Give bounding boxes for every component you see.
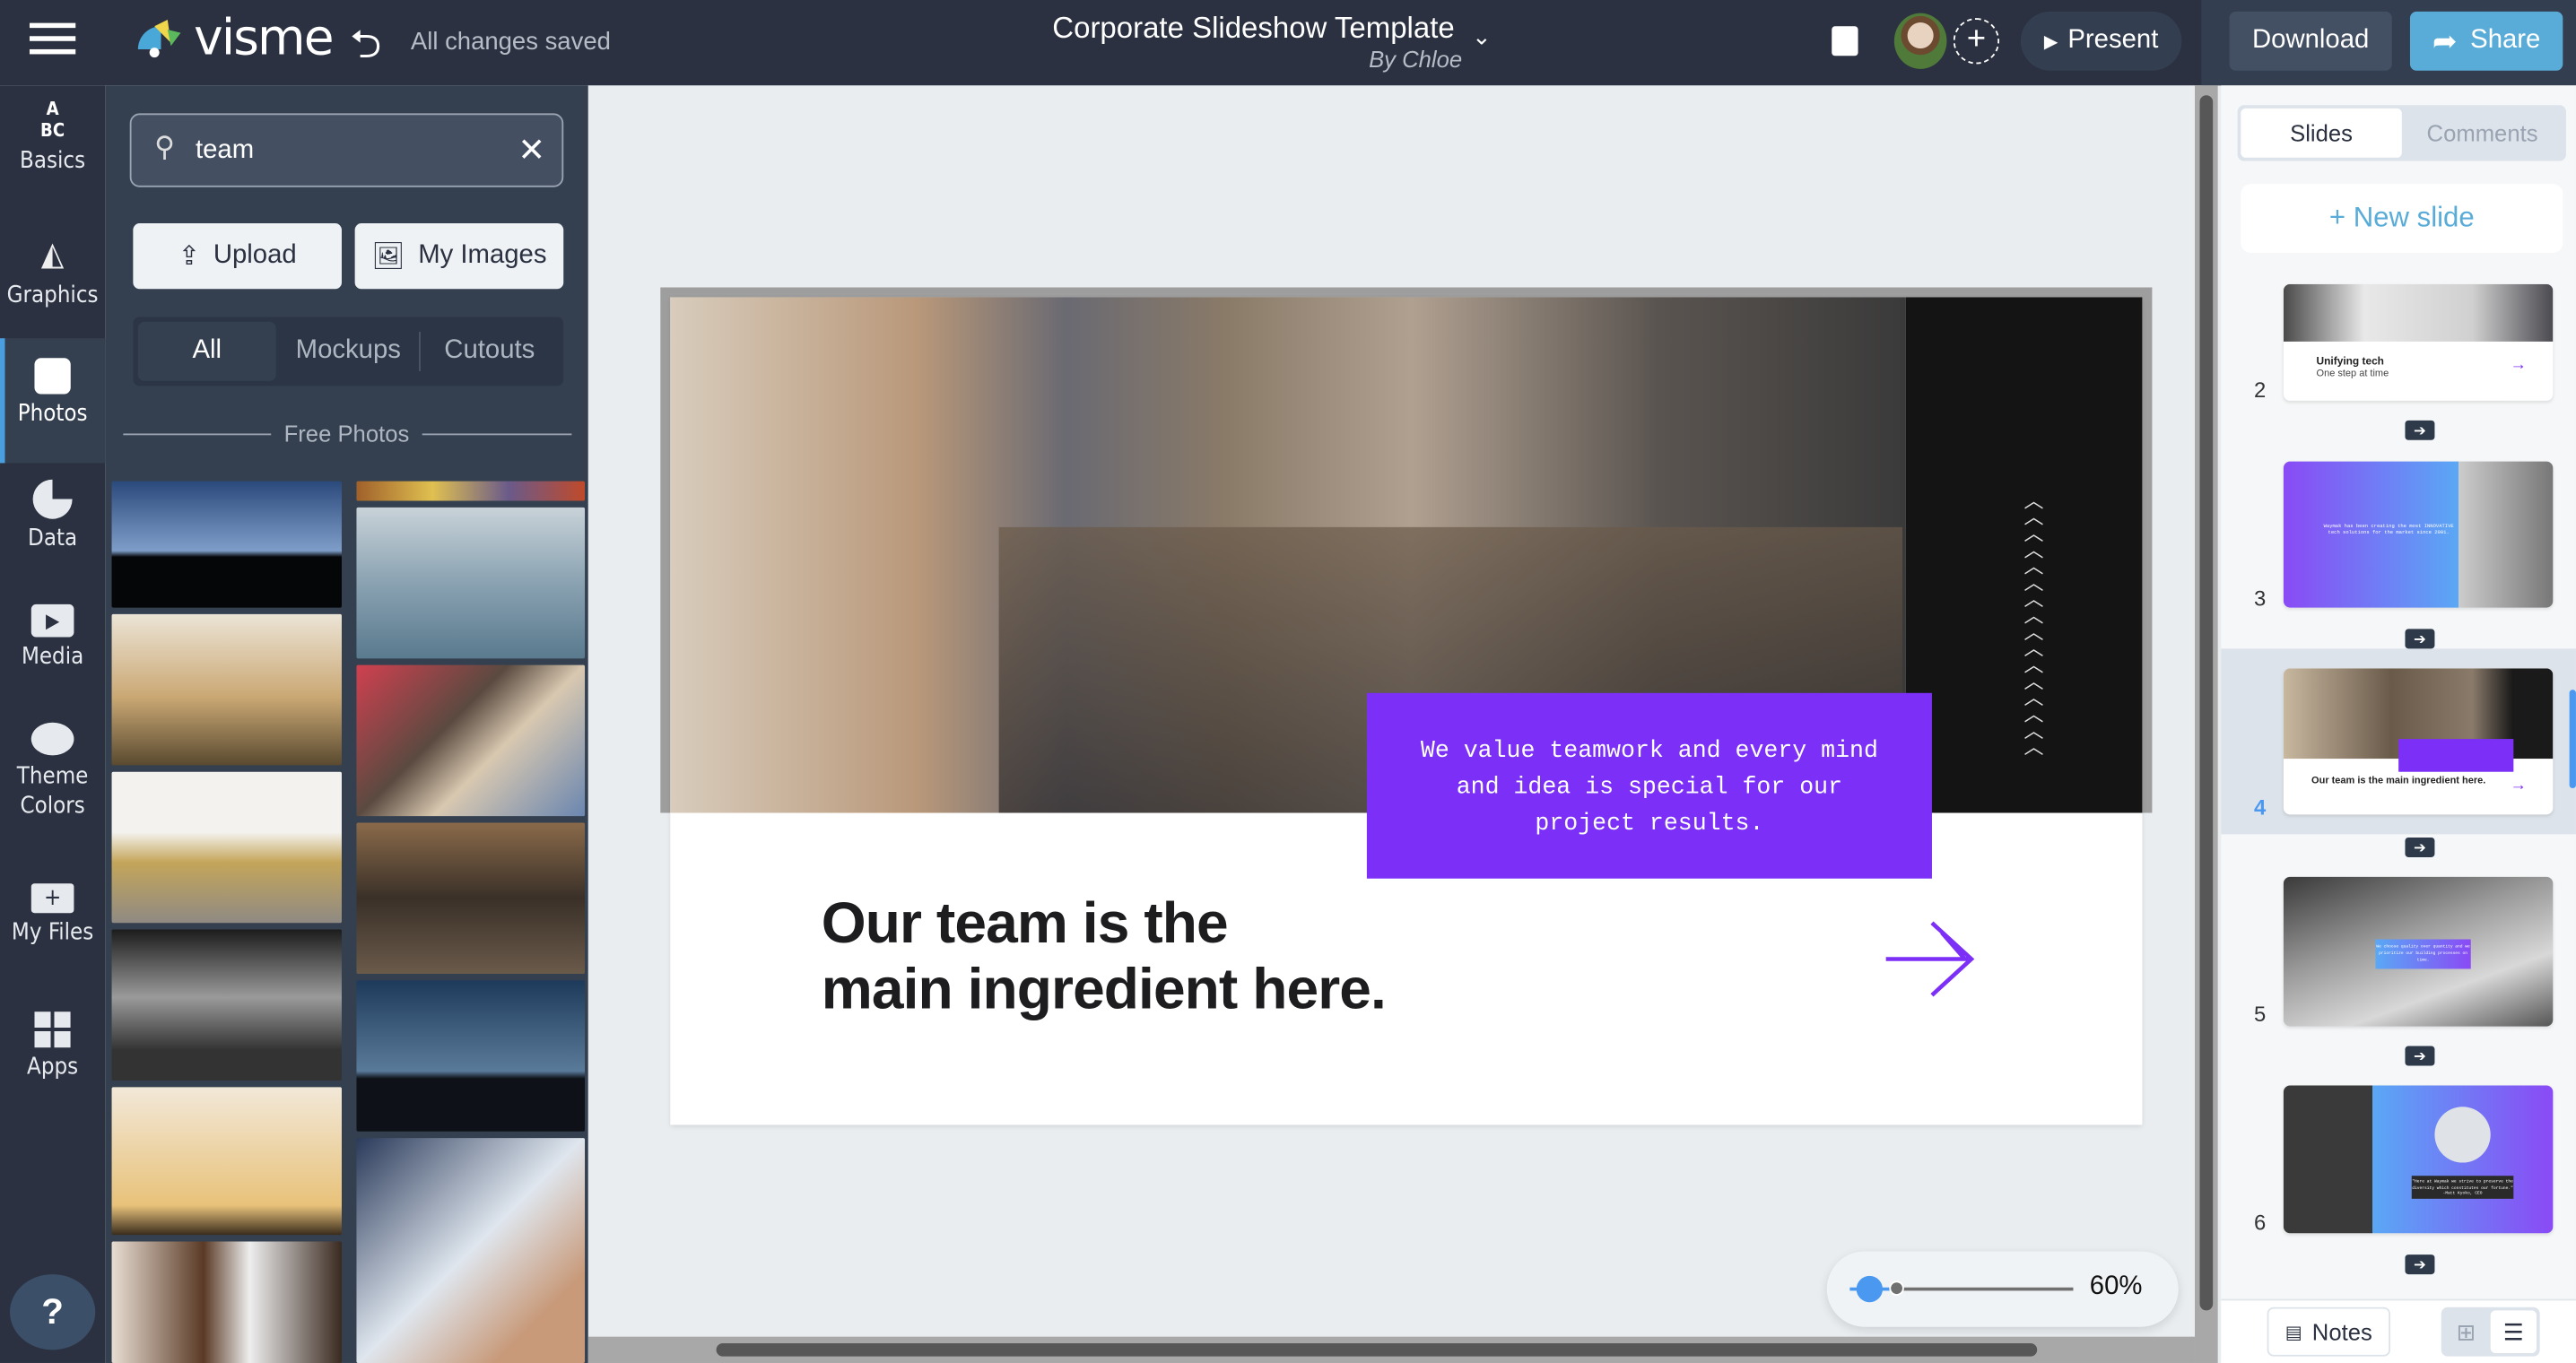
arrow-right-icon — [1885, 921, 1975, 997]
apps-icon — [34, 1011, 71, 1048]
arrow-right-icon: → — [2510, 356, 2528, 375]
share-arrow-icon: ➦ — [2432, 23, 2458, 57]
divider — [123, 433, 272, 436]
portrait-photo — [2434, 1107, 2491, 1163]
tab-comments[interactable]: Comments — [2402, 109, 2563, 158]
photo-thumbnail[interactable] — [356, 822, 586, 974]
presentation-title[interactable]: Corporate Slideshow Template — [1019, 12, 1489, 46]
photo-thumbnail[interactable] — [111, 1241, 342, 1363]
slide-number: 3 — [2253, 586, 2267, 612]
logo-text: visme — [194, 9, 334, 68]
my-images-button[interactable]: 🖼 My Images — [354, 223, 564, 290]
search-input[interactable]: ⚲ team ✕ — [129, 113, 564, 187]
images-icon: 🖼 — [371, 243, 405, 272]
undo-icon[interactable]: ⮌ — [350, 16, 381, 83]
play-icon: ▶ — [2043, 31, 2058, 52]
filter-divider — [419, 331, 421, 371]
photo-icon — [34, 358, 71, 395]
comment-icon[interactable] — [1832, 26, 1858, 56]
photo-thumbnail[interactable] — [356, 1138, 586, 1363]
zoom-default-marker — [1889, 1281, 1904, 1296]
list-view-icon[interactable]: ☰ — [2490, 1310, 2537, 1353]
transition-icon[interactable]: ➔ — [2405, 420, 2435, 440]
rail-item-data[interactable]: Data — [0, 479, 105, 551]
download-button[interactable]: Download — [2229, 11, 2392, 71]
notes-icon: ▤ — [2284, 1323, 2302, 1343]
chevron-pattern-icon: ︿ ︿ ︿ ︿ ︿ ︿ ︿ ︿ ︿ ︿ ︿ ︿ ︿ ︿ ︿ ︿ — [2023, 492, 2044, 760]
slide-number-active: 4 — [2253, 794, 2267, 820]
slide-heading[interactable]: Our team is the main ingredient here. — [822, 891, 1387, 1023]
transition-icon[interactable]: ➔ — [2405, 1254, 2435, 1275]
scrollbar-thumb[interactable] — [716, 1343, 2038, 1357]
shapes-icon: ◭ — [40, 233, 65, 273]
abc-blocks-icon: A BC — [40, 98, 65, 142]
rail-item-theme-colors[interactable]: Theme Colors — [0, 722, 105, 821]
chevron-down-icon[interactable]: ⌄ — [1472, 23, 1491, 51]
slide-number: 6 — [2253, 1210, 2267, 1236]
notes-button[interactable]: ▤ Notes — [2267, 1307, 2390, 1357]
slide-thumbnail-3[interactable]: Waymak has been creating the most INNOVA… — [2283, 461, 2554, 608]
photo-thumbnail[interactable] — [356, 664, 586, 817]
slide-number: 2 — [2253, 378, 2267, 403]
upload-icon: ⇪ — [178, 243, 201, 272]
divider — [422, 433, 572, 436]
zoom-slider-handle[interactable] — [1856, 1275, 1884, 1303]
arrow-right-icon: → — [2510, 777, 2528, 795]
slide-thumbnail-5[interactable]: We choose quality over quantity and we p… — [2283, 876, 2554, 1027]
author-label: By Chloe — [1369, 46, 1463, 73]
upload-button[interactable]: ⇪ Upload — [133, 223, 342, 290]
zoom-slider-track[interactable] — [1895, 1287, 2074, 1290]
slide-thumbnail-4[interactable]: Our team is the main ingredient here. → — [2283, 668, 2554, 815]
slide-thumbnail-6[interactable]: "Here at Waymak we strive to preserve th… — [2283, 1085, 2554, 1234]
help-button[interactable]: ? — [9, 1274, 96, 1350]
slide-thumbnail-2[interactable]: Unifying tech One step at time → — [2283, 283, 2554, 401]
horizontal-scrollbar[interactable] — [587, 1336, 2196, 1363]
scrollbar-thumb[interactable] — [2199, 95, 2214, 1311]
pie-chart-icon — [32, 479, 73, 519]
rail-item-my-files[interactable]: + My Files — [0, 883, 105, 946]
photo-thumbnail[interactable] — [111, 1087, 342, 1236]
slide-number: 5 — [2253, 1002, 2267, 1027]
section-label: Free Photos — [283, 420, 410, 447]
present-button[interactable]: ▶ Present — [2020, 11, 2182, 71]
photo-thumbnail[interactable] — [111, 613, 342, 766]
new-slide-button[interactable]: + New slide — [2241, 184, 2563, 254]
photo-thumbnail[interactable] — [356, 481, 586, 501]
rail-item-media[interactable]: ▶ Media — [0, 603, 105, 670]
save-status: All changes saved — [410, 28, 611, 56]
palette-icon — [30, 722, 74, 756]
video-icon: ▶ — [30, 603, 74, 638]
rail-item-basics[interactable]: A BC Basics — [0, 99, 105, 174]
folder-icon: + — [30, 883, 74, 914]
filter-all[interactable]: All — [137, 321, 276, 381]
rail-item-graphics[interactable]: ◭ Graphics — [0, 233, 105, 308]
active-slide-marker — [2569, 690, 2576, 789]
filter-cutouts[interactable]: Cutouts — [424, 322, 556, 381]
avatar[interactable] — [1893, 13, 1947, 69]
grid-view-icon[interactable]: ⊞ — [2444, 1310, 2487, 1353]
callout-box[interactable]: We value teamwork and every mind and ide… — [1366, 692, 1932, 879]
clear-search-icon[interactable]: ✕ — [518, 130, 545, 171]
vertical-scrollbar[interactable] — [2195, 85, 2218, 1363]
share-button[interactable]: ➦ Share — [2409, 11, 2563, 71]
rail-item-apps[interactable]: Apps — [0, 1011, 105, 1081]
zoom-level: 60% — [2089, 1272, 2143, 1301]
photo-thumbnail[interactable] — [111, 929, 342, 1081]
photo-thumbnail[interactable] — [111, 771, 342, 924]
filter-mockups[interactable]: Mockups — [283, 322, 414, 381]
menu-icon[interactable] — [29, 22, 76, 56]
photo-thumbnail[interactable] — [111, 481, 342, 608]
search-icon: ⚲ — [154, 131, 175, 163]
transition-icon[interactable]: ➔ — [2405, 837, 2435, 857]
tab-slides[interactable]: Slides — [2241, 108, 2402, 158]
rail-item-photos[interactable]: Photos — [0, 358, 105, 427]
transition-icon[interactable]: ➔ — [2405, 1046, 2435, 1066]
transition-icon[interactable]: ➔ — [2405, 629, 2435, 649]
photo-thumbnail[interactable] — [356, 507, 586, 659]
add-collaborator-icon[interactable]: + — [1953, 18, 2000, 65]
visme-logo-icon — [135, 16, 187, 59]
photo-thumbnail[interactable] — [356, 980, 586, 1132]
